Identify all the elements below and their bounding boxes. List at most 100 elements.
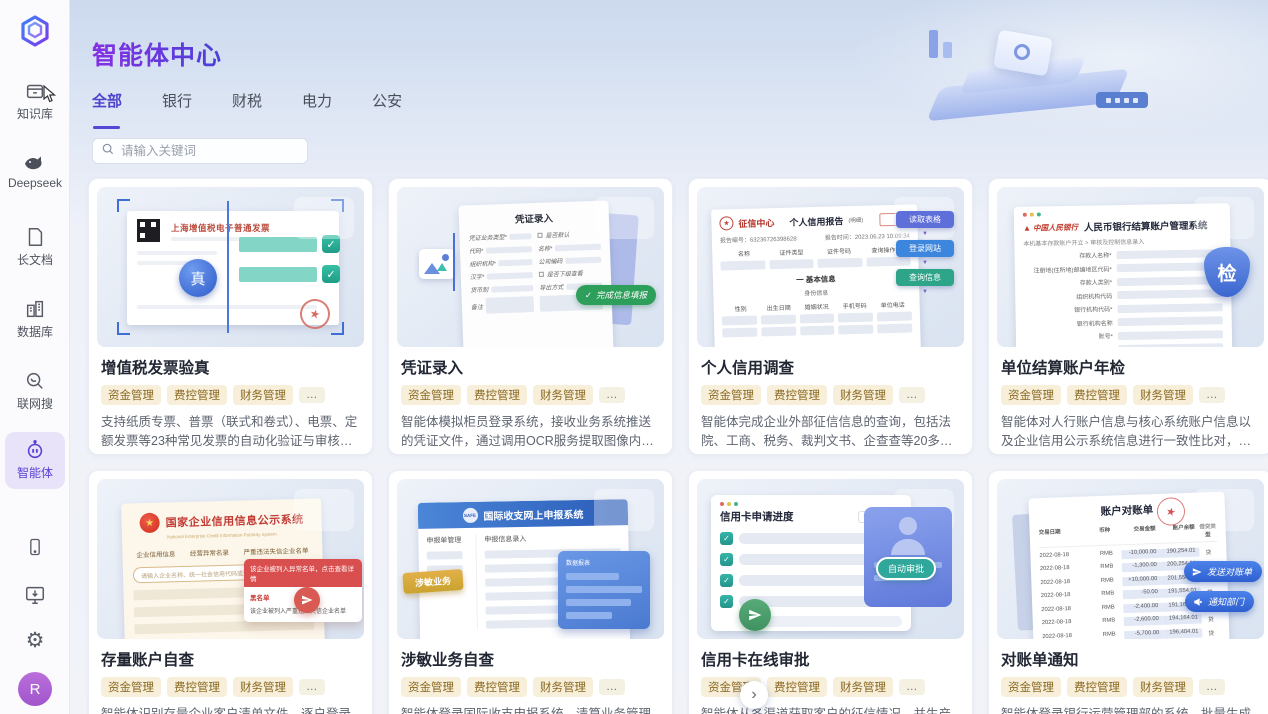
tag: 财务管理 [233,677,293,697]
tag: 费控管理 [1067,385,1127,405]
tag: 资金管理 [1001,677,1061,697]
card-tags: 资金管理费控管理财务管理… [401,385,660,405]
seal-icon: ★ [719,216,733,230]
tag: 财务管理 [1133,677,1193,697]
card-title: 增值税发票验真 [101,356,360,378]
tag: 资金管理 [401,385,461,405]
genuine-badge: 真 [179,259,217,297]
sidebar: 知识库 Deepseek 长文档 数据库 联网搜 [0,0,70,714]
document-icon [24,226,46,248]
tag: … [1199,387,1225,403]
mouse-cursor [43,85,58,108]
card-tags: 资金管理费控管理财务管理… [1001,385,1260,405]
mobile-icon [25,536,45,563]
tab-electric-power[interactable]: 电力 [302,90,332,121]
card-sensitive-business-self-check[interactable]: SAFE 国际收支网上申报系统 申报单管理 申报信息录入 [388,470,673,714]
send-icon [294,587,320,613]
card-tags: 资金管理费控管理财务管理… [101,677,360,697]
tab-bank[interactable]: 银行 [162,90,192,121]
check-icon: ✓ [322,265,340,283]
sidebar-item-long-document[interactable]: 长文档 [0,226,70,268]
card-title: 对账单通知 [1001,648,1260,670]
tab-finance-tax[interactable]: 财税 [232,90,262,121]
check-icon: ✓ [322,235,340,253]
web-search-icon [24,370,46,392]
tag: … [299,679,325,695]
card-account-annual-check[interactable]: ▲中国人民银行 人民币银行结算账户管理系统 本机基本存款账户开立 > 审核及控制… [988,178,1268,455]
card-hero-image: ▲中国人民银行 人民币银行结算账户管理系统 本机基本存款账户开立 > 审核及控制… [997,187,1264,347]
card-tags: 资金管理费控管理财务管理… [101,385,360,405]
card-hero-image: 凭证录入 凭证业务类型* 是否默认 代码* 名称* 组织机构* 公司编码 汉字*… [397,187,664,347]
robot-icon [24,439,46,461]
check-icon: ✓ [585,290,592,301]
gear-icon: ⚙ [26,630,45,651]
card-description: 智能体登录银行运营管理部的系统，批量生成对账单，并将对账单保存到指定位置，再根据… [1001,705,1260,714]
sidebar-item-mobile[interactable] [0,536,70,563]
sidebar-item-knowledge-base[interactable]: 知识库 [0,80,70,122]
tag: … [599,679,625,695]
card-hero-image: 账户对账单 ★ 交易日期 币种 交易金额 账户余额 借贷类型 2022-08-1… [997,479,1264,639]
card-tags: 资金管理费控管理财务管理… [1001,677,1260,697]
tag: 财务管理 [833,385,893,405]
tag: 费控管理 [767,385,827,405]
card-tags: 资金管理费控管理财务管理… [401,677,660,697]
tag: 资金管理 [701,385,761,405]
sidebar-item-web-search[interactable]: 联网搜 [0,370,70,412]
tag: 资金管理 [101,677,161,697]
statement-row: 2022-08-18RMB -10,000.00190,254.01 贷 [1039,546,1217,561]
card-hero-image: ★ 国家企业信用信息公示系统 National Enterprise Credi… [97,479,364,639]
tag: 财务管理 [1133,385,1193,405]
tag: 财务管理 [833,677,893,697]
send-icon [1192,567,1202,577]
card-existing-account-self-check[interactable]: ★ 国家企业信用信息公示系统 National Enterprise Credi… [88,470,373,714]
monitor-download-icon [24,584,46,611]
action-step: 读取表格 [896,211,954,228]
sidebar-item-settings[interactable]: ⚙ [0,630,70,651]
sidebar-item-client-download[interactable] [0,584,70,611]
card-personal-credit-inquiry[interactable]: ★ 征信中心 个人信用报告 (明细) 报告编号：63236726398628 报… [688,178,973,455]
tag: 资金管理 [101,385,161,405]
check-icon: ✓ [720,574,733,587]
search-icon [101,142,115,161]
card-title: 信用卡在线审批 [701,648,960,670]
card-description: 智能体从各渠道获取客户的征信情况，并生产黑白名… [701,705,960,714]
card-voucher-entry[interactable]: 凭证录入 凭证业务类型* 是否默认 代码* 名称* 组织机构* 公司编码 汉字*… [388,178,673,455]
sidebar-item-label: 智能体 [17,464,53,481]
app-logo[interactable] [17,13,53,54]
sidebar-item-agent[interactable]: 智能体 [5,432,65,489]
send-icon [739,599,771,631]
statement-row: 2022-08-18RMB -5,700.00196,404.01 贷 [1042,627,1220,639]
auto-approve-badge: 自动审批 [876,557,936,580]
card-hero-image: ★ 征信中心 个人信用报告 (明细) 报告编号：63236726398628 报… [697,187,964,347]
card-statement-notice[interactable]: 账户对账单 ★ 交易日期 币种 交易金额 账户余额 借贷类型 2022-08-1… [988,470,1268,714]
next-page-button[interactable]: › [740,681,768,709]
tab-all[interactable]: 全部 [92,90,122,121]
tag: 费控管理 [467,385,527,405]
data-report-panel: 数据报表 [558,551,650,629]
tab-bar: 全部 银行 财税 电力 公安 [92,90,402,121]
tag: 费控管理 [167,385,227,405]
card-hero-image: SAFE 国际收支网上申报系统 申报单管理 申报信息录入 [397,479,664,639]
sidebar-item-label: 长文档 [17,251,53,268]
card-invoice-verification[interactable]: 上海增值税电子普通发票 真 ✓ ✓ ★ 增值税发票验真 资金管理费控管理财务管理… [88,178,373,455]
card-credit-card-online-approval[interactable]: 信用卡申请进度 搜索 ✓ ✓ ✓ ✓ 自动审批 [688,470,973,714]
agent-action-buttons: 读取表格▼登录网站▼查询信息▼ [896,211,954,295]
card-description: 智能体模拟柜员登录系统，接收业务系统推送的凭证文件，通过调用OCR服务提取图像内… [401,413,660,452]
safe-logo: SAFE [462,507,477,522]
sidebar-item-database[interactable]: 数据库 [0,298,70,340]
search-input[interactable] [121,144,291,158]
tag: … [299,387,325,403]
tag: 资金管理 [401,677,461,697]
statement-row: 2022-08-18RMB -2,600.00194,164.01 贷 [1042,614,1220,629]
completed-badge: ✓ 完成信息填报 [576,285,656,305]
tag: 财务管理 [533,385,593,405]
card-title: 个人信用调查 [701,356,960,378]
action-step: 查询信息 [896,269,954,286]
avatar[interactable]: R [18,672,52,706]
keyword-search[interactable] [92,138,308,164]
tag: … [899,679,925,695]
sidebar-item-deepseek[interactable]: Deepseek [0,153,70,190]
tab-public-security[interactable]: 公安 [372,90,402,121]
card-description: 智能体登录国际收支申报系统、清算业务管理系统自动… [401,705,660,714]
sidebar-item-label: 联网搜 [17,395,53,412]
